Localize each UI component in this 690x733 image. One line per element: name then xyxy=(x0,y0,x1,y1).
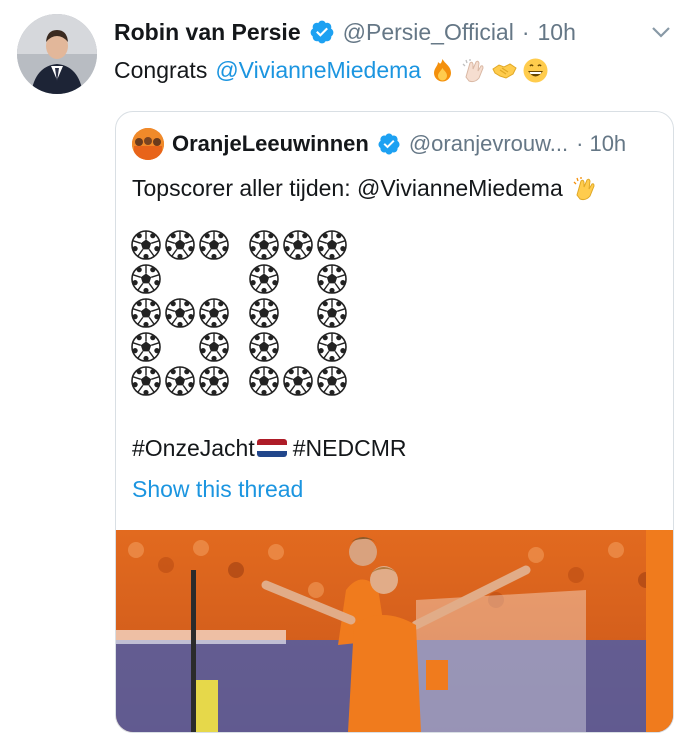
soccer-ball-icon xyxy=(249,366,279,396)
verified-badge-icon xyxy=(377,132,401,156)
quoted-timestamp[interactable]: 10h xyxy=(589,131,626,157)
tweet-media-photo[interactable] xyxy=(116,530,673,732)
grinning-face-icon xyxy=(522,57,549,84)
hashtags-line: #OnzeJacht #NEDCMR xyxy=(132,430,406,466)
soccer-ball-icon xyxy=(165,230,195,260)
soccer-ball-icon xyxy=(249,230,279,260)
quoted-author-name[interactable]: OranjeLeeuwinnen xyxy=(172,131,369,157)
quoted-tweet-header: OranjeLeeuwinnen @oranjevrouw... · 10h xyxy=(172,126,626,162)
quoted-author-avatar[interactable] xyxy=(132,128,164,160)
soccer-ball-icon xyxy=(317,264,347,294)
author-avatar[interactable] xyxy=(17,14,97,94)
netherlands-flag-icon xyxy=(256,439,287,457)
soccer-ball-icon xyxy=(249,298,279,328)
clapping-hands-icon xyxy=(571,175,598,202)
chevron-down-icon[interactable] xyxy=(650,22,672,42)
soccer-ball-icon xyxy=(131,230,161,260)
celebration-photo xyxy=(116,530,673,732)
soccer-ball-icon xyxy=(283,366,313,396)
quoted-tweet-text: Topscorer aller tijden: @VivianneMiedema xyxy=(132,170,598,206)
quoted-tweet-card[interactable]: OranjeLeeuwinnen @oranjevrouw... · 10h T… xyxy=(115,111,674,733)
soccer-ball-icon xyxy=(317,298,347,328)
clapping-hands-icon xyxy=(460,57,487,84)
soccer-ball-icon xyxy=(199,230,229,260)
tweet-text: Congrats @VivianneMiedema xyxy=(114,52,549,88)
author-handle[interactable]: @Persie_Official xyxy=(343,19,514,46)
team-photo-icon xyxy=(132,128,164,160)
soccer-ball-icon xyxy=(317,366,347,396)
author-name[interactable]: Robin van Persie xyxy=(114,19,301,46)
soccer-ball-icon xyxy=(131,298,161,328)
quoted-text-content: Topscorer aller tijden: @VivianneMiedema xyxy=(132,174,563,201)
handshake-icon xyxy=(491,57,518,84)
tweet-header: Robin van Persie @Persie_Official · 10h xyxy=(114,14,576,50)
mention-link[interactable]: @VivianneMiedema xyxy=(215,57,421,84)
profile-photo xyxy=(17,14,97,94)
hashtag-onzejacht[interactable]: #OnzeJacht xyxy=(132,435,255,462)
soccer-ball-icon xyxy=(165,366,195,396)
soccer-ball-icon xyxy=(199,332,229,362)
soccer-ball-icon xyxy=(317,332,347,362)
quoted-author-handle[interactable]: @oranjevrouw... xyxy=(409,131,568,157)
soccer-ball-icon xyxy=(249,332,279,362)
fire-icon xyxy=(429,57,456,84)
soccer-ball-icon xyxy=(131,264,161,294)
separator-dot: · xyxy=(576,131,584,156)
soccer-ball-icon xyxy=(249,264,279,294)
soccer-ball-icon xyxy=(199,366,229,396)
soccer-ball-icon xyxy=(199,298,229,328)
soccer-ball-icon xyxy=(283,230,313,260)
soccer-ball-number-art xyxy=(128,227,378,407)
soccer-ball-icon xyxy=(317,230,347,260)
show-thread-link[interactable]: Show this thread xyxy=(132,472,303,506)
separator-dot: · xyxy=(521,18,530,45)
tweet-text-prefix: Congrats xyxy=(114,56,208,83)
hashtag-nedcmr[interactable]: #NEDCMR xyxy=(293,435,407,462)
verified-badge-icon xyxy=(309,19,335,45)
soccer-ball-icon xyxy=(131,332,161,362)
timestamp[interactable]: 10h xyxy=(538,19,576,46)
soccer-ball-icon xyxy=(165,298,195,328)
soccer-ball-icon xyxy=(131,366,161,396)
